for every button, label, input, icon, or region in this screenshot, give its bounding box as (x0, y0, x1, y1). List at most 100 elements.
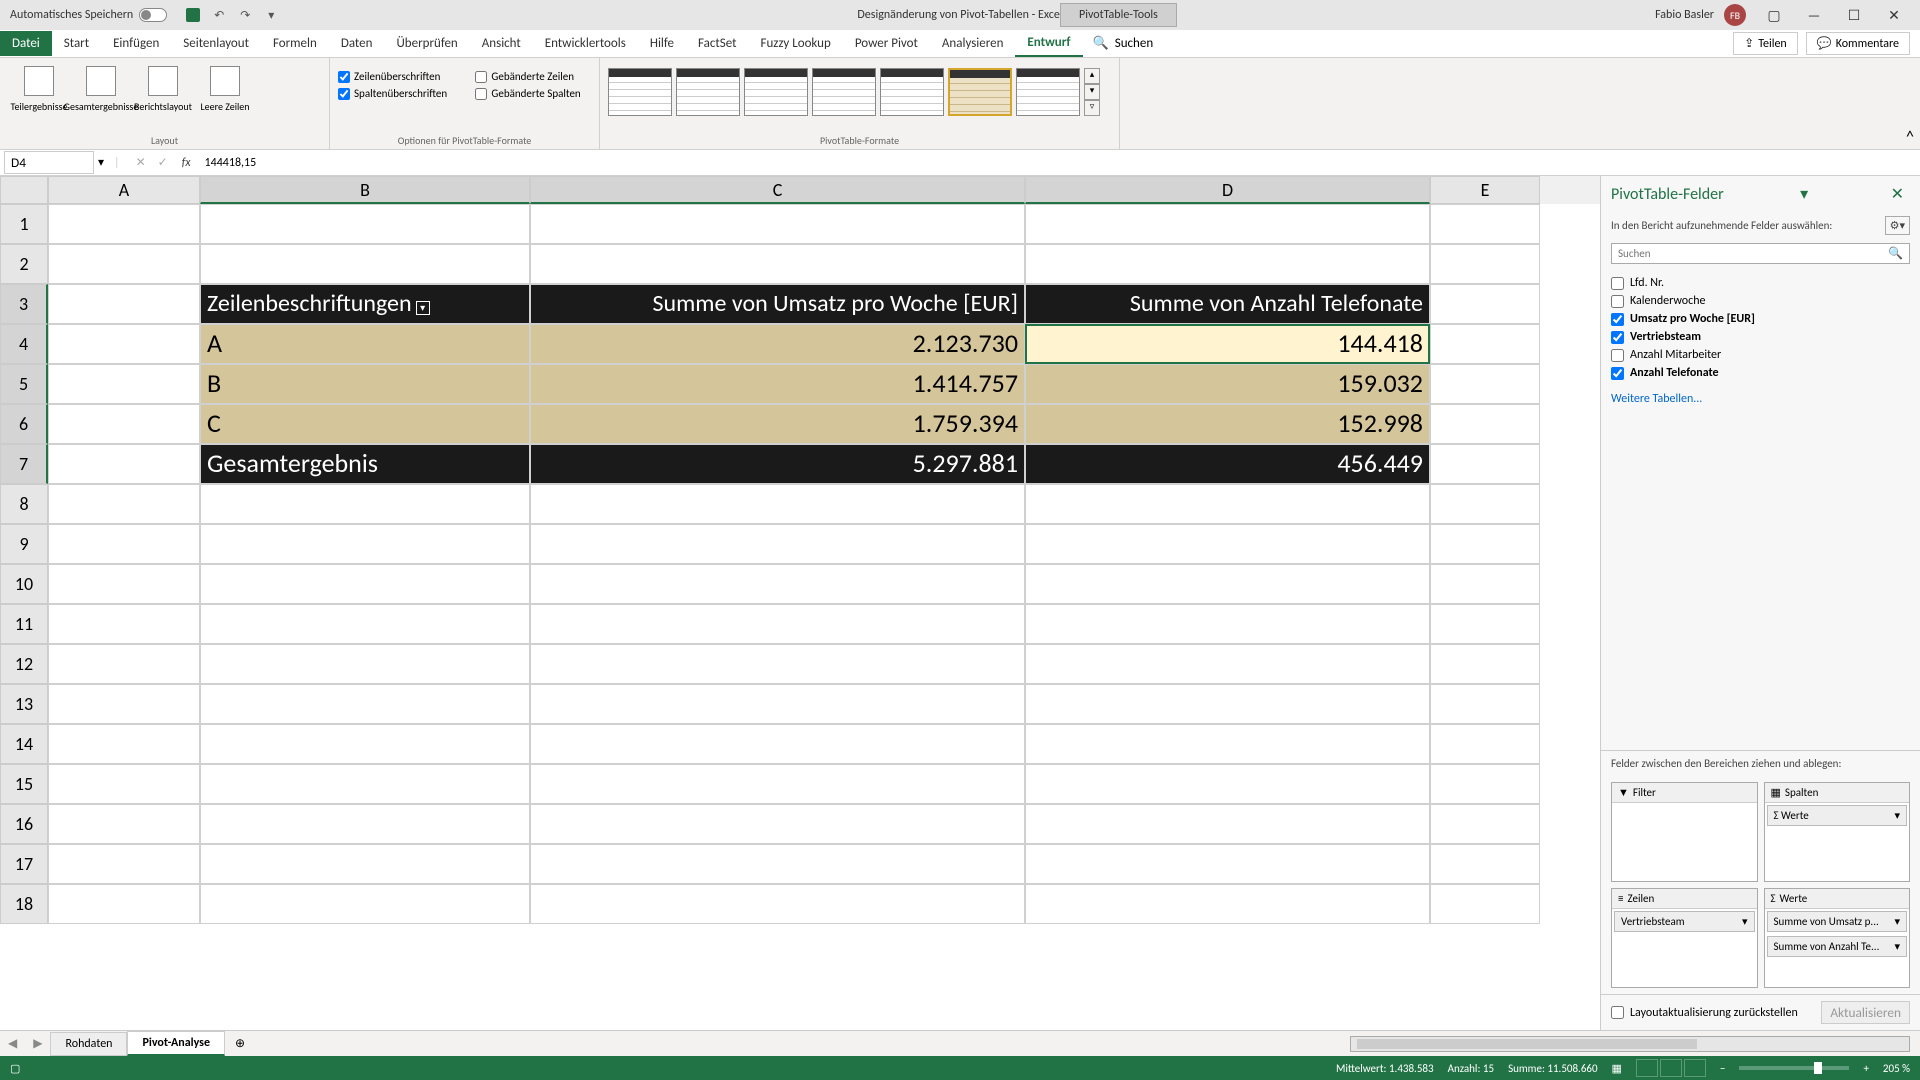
tab-factset[interactable]: FactSet (686, 31, 748, 56)
style-thumb-1[interactable] (608, 68, 672, 116)
values-item-telefonate[interactable]: Summe von Anzahl Te...▾ (1767, 936, 1908, 957)
cell[interactable] (530, 564, 1025, 604)
cell[interactable] (200, 804, 530, 844)
cell[interactable] (48, 404, 200, 444)
cell[interactable] (1430, 764, 1540, 804)
pagebreak-view-button[interactable] (1684, 1059, 1706, 1077)
col-header-B[interactable]: B (200, 176, 530, 204)
row-header-10[interactable]: 10 (0, 564, 48, 604)
accept-formula-icon[interactable]: ✓ (152, 155, 174, 170)
autosave-toggle[interactable]: Automatisches Speichern (0, 8, 177, 22)
cell[interactable] (1025, 524, 1430, 564)
cell[interactable] (1430, 284, 1540, 324)
update-button[interactable]: Aktualisieren (1821, 1001, 1910, 1024)
cell[interactable] (1430, 564, 1540, 604)
col-header-A[interactable]: A (48, 176, 200, 204)
row-header-17[interactable]: 17 (0, 844, 48, 884)
cell[interactable] (1430, 644, 1540, 684)
cell[interactable] (48, 604, 200, 644)
row-header-11[interactable]: 11 (0, 604, 48, 644)
cell[interactable] (1430, 484, 1540, 524)
pivot-total-v2[interactable]: 456.449 (1025, 444, 1430, 484)
area-columns[interactable]: ▦Spalten Σ Werte▾ (1764, 782, 1911, 882)
redo-button[interactable]: ↷ (235, 5, 255, 25)
row-header-15[interactable]: 15 (0, 764, 48, 804)
share-button[interactable]: ⇪Teilen (1733, 32, 1798, 55)
gear-icon[interactable]: ⚙▾ (1885, 216, 1910, 235)
tab-data[interactable]: Daten (329, 31, 385, 56)
cell[interactable] (1430, 684, 1540, 724)
zoom-level[interactable]: 205 % (1883, 1062, 1910, 1075)
cell[interactable] (1025, 884, 1430, 924)
tab-pagelayout[interactable]: Seitenlayout (171, 31, 261, 56)
style-thumb-6-selected[interactable] (948, 68, 1012, 116)
tab-formulas[interactable]: Formeln (261, 31, 329, 56)
sheet-nav-prev[interactable]: ◀ (0, 1036, 25, 1051)
tab-view[interactable]: Ansicht (470, 31, 533, 56)
tell-me-search[interactable]: 🔍 Suchen (1093, 36, 1154, 51)
field-mitarbeiter[interactable]: Anzahl Mitarbeiter (1611, 346, 1910, 364)
cell[interactable] (530, 604, 1025, 644)
tab-fuzzylookup[interactable]: Fuzzy Lookup (748, 31, 842, 56)
cell[interactable] (48, 284, 200, 324)
worksheet-grid[interactable]: A B C D E 1 2 3 Zeilenbeschriftungen▾ Su… (0, 176, 1600, 1030)
field-kalenderwoche[interactable]: Kalenderwoche (1611, 292, 1910, 310)
row-header-13[interactable]: 13 (0, 684, 48, 724)
pivot-row-C-v2[interactable]: 152.998 (1025, 404, 1430, 444)
pivot-row-C-v1[interactable]: 1.759.394 (530, 404, 1025, 444)
cell[interactable] (1430, 604, 1540, 644)
chk-bandedrows[interactable]: Gebänderte Zeilen (475, 70, 591, 83)
field-search[interactable]: 🔍 (1611, 243, 1910, 264)
filter-dropdown-icon[interactable]: ▾ (416, 301, 430, 315)
chk-rowheaders[interactable]: Zeilenüberschriften (338, 70, 457, 83)
sheet-tab-rohdaten[interactable]: Rohdaten (50, 1032, 127, 1056)
cell[interactable] (530, 724, 1025, 764)
cell[interactable] (200, 564, 530, 604)
cell[interactable] (48, 644, 200, 684)
pivot-row-B-v1[interactable]: 1.414.757 (530, 364, 1025, 404)
toggle-off-icon[interactable] (139, 8, 167, 22)
row-header-3[interactable]: 3 (0, 284, 48, 324)
cell[interactable] (1025, 244, 1430, 284)
horizontal-scrollbar[interactable] (1350, 1036, 1910, 1052)
cell[interactable] (1025, 484, 1430, 524)
cell[interactable] (200, 724, 530, 764)
cell[interactable] (48, 364, 200, 404)
tab-design[interactable]: Entwurf (1015, 30, 1082, 57)
tab-file[interactable]: Datei (0, 31, 52, 56)
cell[interactable] (1025, 644, 1430, 684)
cell[interactable] (1430, 444, 1540, 484)
row-header-7[interactable]: 7 (0, 444, 48, 484)
cell[interactable] (48, 564, 200, 604)
cell[interactable] (1430, 324, 1540, 364)
subtotals-button[interactable]: Teilergebnisse (8, 62, 70, 132)
tab-developer[interactable]: Entwicklertools (533, 31, 638, 56)
grandtotals-button[interactable]: Gesamtergebnisse (70, 62, 132, 132)
collapse-ribbon-button[interactable]: ^ (1900, 58, 1920, 149)
cell[interactable] (530, 804, 1025, 844)
cell[interactable] (530, 484, 1025, 524)
style-thumb-7[interactable] (1016, 68, 1080, 116)
style-thumb-5[interactable] (880, 68, 944, 116)
name-box[interactable] (4, 151, 94, 174)
cell[interactable] (1430, 404, 1540, 444)
cell[interactable] (530, 204, 1025, 244)
cell[interactable] (1430, 844, 1540, 884)
cell[interactable] (1430, 884, 1540, 924)
sheet-nav-next[interactable]: ▶ (25, 1036, 50, 1051)
pivot-row-B-v2[interactable]: 159.032 (1025, 364, 1430, 404)
area-rows[interactable]: ≡Zeilen Vertriebsteam▾ (1611, 888, 1758, 988)
normal-view-button[interactable] (1636, 1059, 1658, 1077)
cell[interactable] (200, 484, 530, 524)
close-button[interactable]: ✕ (1876, 2, 1912, 28)
row-header-1[interactable]: 1 (0, 204, 48, 244)
tab-powerpivot[interactable]: Power Pivot (843, 31, 930, 56)
cell[interactable] (1025, 684, 1430, 724)
row-header-5[interactable]: 5 (0, 364, 48, 404)
cell[interactable] (200, 884, 530, 924)
cell[interactable] (200, 244, 530, 284)
cell[interactable] (48, 844, 200, 884)
defer-layout-checkbox[interactable] (1611, 1006, 1624, 1019)
pivot-styles-gallery[interactable]: ▴▾▿ (608, 62, 1111, 116)
field-telefonate[interactable]: Anzahl Telefonate (1611, 364, 1910, 382)
